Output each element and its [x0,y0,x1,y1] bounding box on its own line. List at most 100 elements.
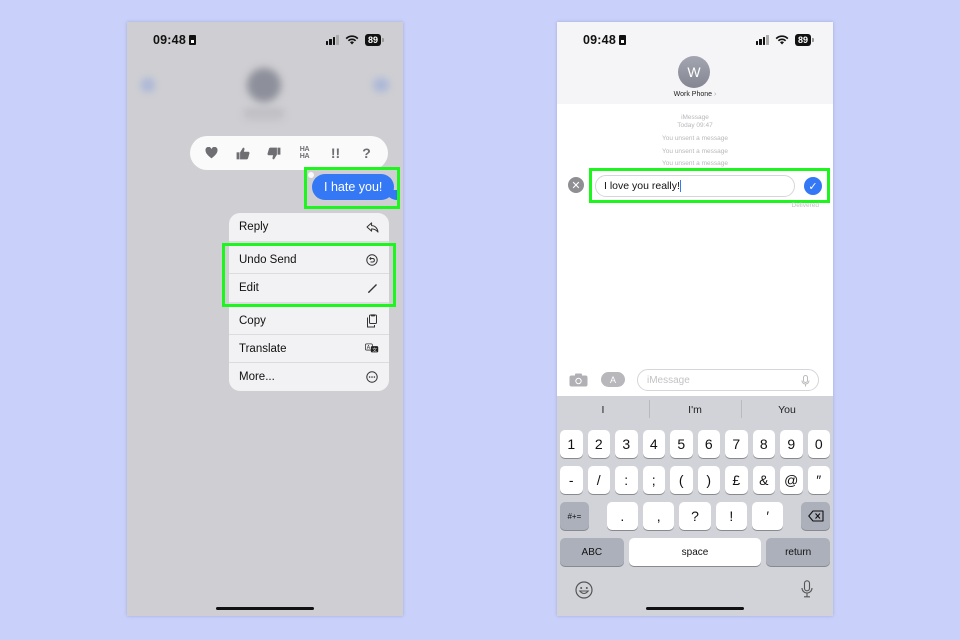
confirm-edit-button[interactable]: ✓ [804,177,822,195]
reaction-bar-tail [308,172,314,178]
key[interactable]: 8 [752,430,775,458]
menu-item-reply[interactable]: Reply [229,213,389,246]
haha-reaction-icon[interactable]: HA HA [293,141,317,165]
return-key[interactable]: return [766,538,830,566]
question-reaction-icon[interactable]: ? [355,141,379,165]
unsent-notice: You unsent a message [662,160,728,167]
key[interactable]: . [606,502,638,530]
left-phone-screen: 09:48 89 HA HA !! ? I hate you! Reply Un… [127,22,403,616]
menu-item-edit[interactable]: Edit [229,274,389,307]
app-store-icon[interactable]: A [601,372,625,387]
delivery-status: Delivered [791,202,819,209]
menu-item-translate[interactable]: Translate A文 [229,335,389,363]
delete-key[interactable] [801,502,830,530]
time-text: 09:48 [583,33,616,47]
imessage-input[interactable]: iMessage [637,369,819,391]
copy-icon [365,313,379,328]
pencil-icon [365,281,379,295]
video-icon [373,78,389,92]
suggestion[interactable]: You [741,400,833,418]
edit-message-field[interactable]: I love you really! [595,175,795,197]
key[interactable]: / [587,466,610,494]
home-indicator[interactable] [216,607,314,610]
key[interactable]: , [642,502,675,530]
cancel-edit-button[interactable]: ✕ [568,177,584,193]
dictation-icon[interactable] [801,375,810,387]
key[interactable]: 1 [560,430,583,458]
unsent-notice: You unsent a message [662,135,728,142]
suggestion[interactable]: I'm [649,400,741,418]
key[interactable]: ( [670,466,693,494]
key[interactable]: 4 [642,430,665,458]
battery-icon: 89 [794,34,815,46]
space-key[interactable]: space [628,538,762,566]
sim-icon [618,35,626,45]
microphone-icon[interactable] [801,580,813,598]
suggestion[interactable]: I [557,404,649,416]
status-icons: 89 [325,34,385,46]
menu-item-more[interactable]: More... [229,363,389,391]
sim-icon [188,35,196,45]
message-text: I hate you! [324,180,383,194]
key[interactable]: ″ [807,466,830,494]
blurred-conversation-header [127,58,403,138]
menu-label: Edit [239,282,259,294]
contact-avatar[interactable]: W [678,56,710,88]
menu-label: Undo Send [239,253,297,266]
reply-icon [365,220,379,234]
bottom-row: ABC space return [560,538,830,566]
thumbs-up-reaction-icon[interactable] [231,141,255,165]
message-context-menu: Reply Undo Send Edit Copy Translate A 文 … [229,213,389,391]
menu-label: Translate [239,342,287,355]
avatar-initial: W [687,64,701,80]
thumbs-down-reaction-icon[interactable] [262,141,286,165]
punctuation-row: #+= . , ? ! ′ [560,502,830,530]
chevron-right-icon: › [714,91,717,98]
sent-message-bubble[interactable]: I hate you! [312,174,398,200]
key[interactable]: 5 [670,430,693,458]
key[interactable]: 0 [807,430,830,458]
key[interactable]: & [752,466,775,494]
input-placeholder: iMessage [647,374,690,386]
blurred-text [247,114,281,120]
signal-icon [755,35,769,45]
symbols-toggle-key[interactable]: #+= [560,502,589,530]
key[interactable]: @ [780,466,803,494]
menu-item-copy[interactable]: Copy [229,307,389,335]
time-text: 09:48 [153,33,186,47]
right-phone-screen: 09:48 89 W Work Phone › iMessage Today 0… [557,22,833,616]
home-indicator[interactable] [646,607,744,610]
key[interactable]: ; [642,466,665,494]
key[interactable]: 7 [725,430,748,458]
text-cursor [679,180,682,192]
exclamation-reaction-icon[interactable]: !! [324,141,348,165]
status-bar: 09:48 89 [127,22,403,58]
camera-icon[interactable] [569,373,588,387]
key[interactable]: 2 [587,430,610,458]
key[interactable]: 3 [615,430,638,458]
battery-icon: 89 [364,34,385,46]
heart-reaction-icon[interactable] [200,141,224,165]
menu-label: Reply [239,221,269,233]
status-time: 09:48 [153,33,196,47]
key[interactable]: : [615,466,638,494]
key[interactable]: - [560,466,583,494]
close-icon: ✕ [571,179,581,192]
abc-key[interactable]: ABC [560,538,624,566]
key[interactable]: ? [679,502,711,530]
key[interactable]: £ [725,466,748,494]
edit-field-value: I love you really! [604,180,680,192]
menu-item-undo-send[interactable]: Undo Send [229,246,389,274]
key[interactable]: 9 [780,430,803,458]
key[interactable]: ! [715,502,748,530]
menu-label: More... [239,371,275,383]
contact-name[interactable]: Work Phone › [557,91,833,98]
signal-icon [325,35,339,45]
key[interactable]: ) [697,466,720,494]
status-icons: 89 [755,34,815,46]
key[interactable]: 6 [697,430,720,458]
emoji-icon[interactable] [575,581,593,599]
compose-bar: A iMessage [557,367,833,395]
key[interactable]: ′ [752,502,784,530]
unsent-notice: You unsent a message [662,148,728,155]
